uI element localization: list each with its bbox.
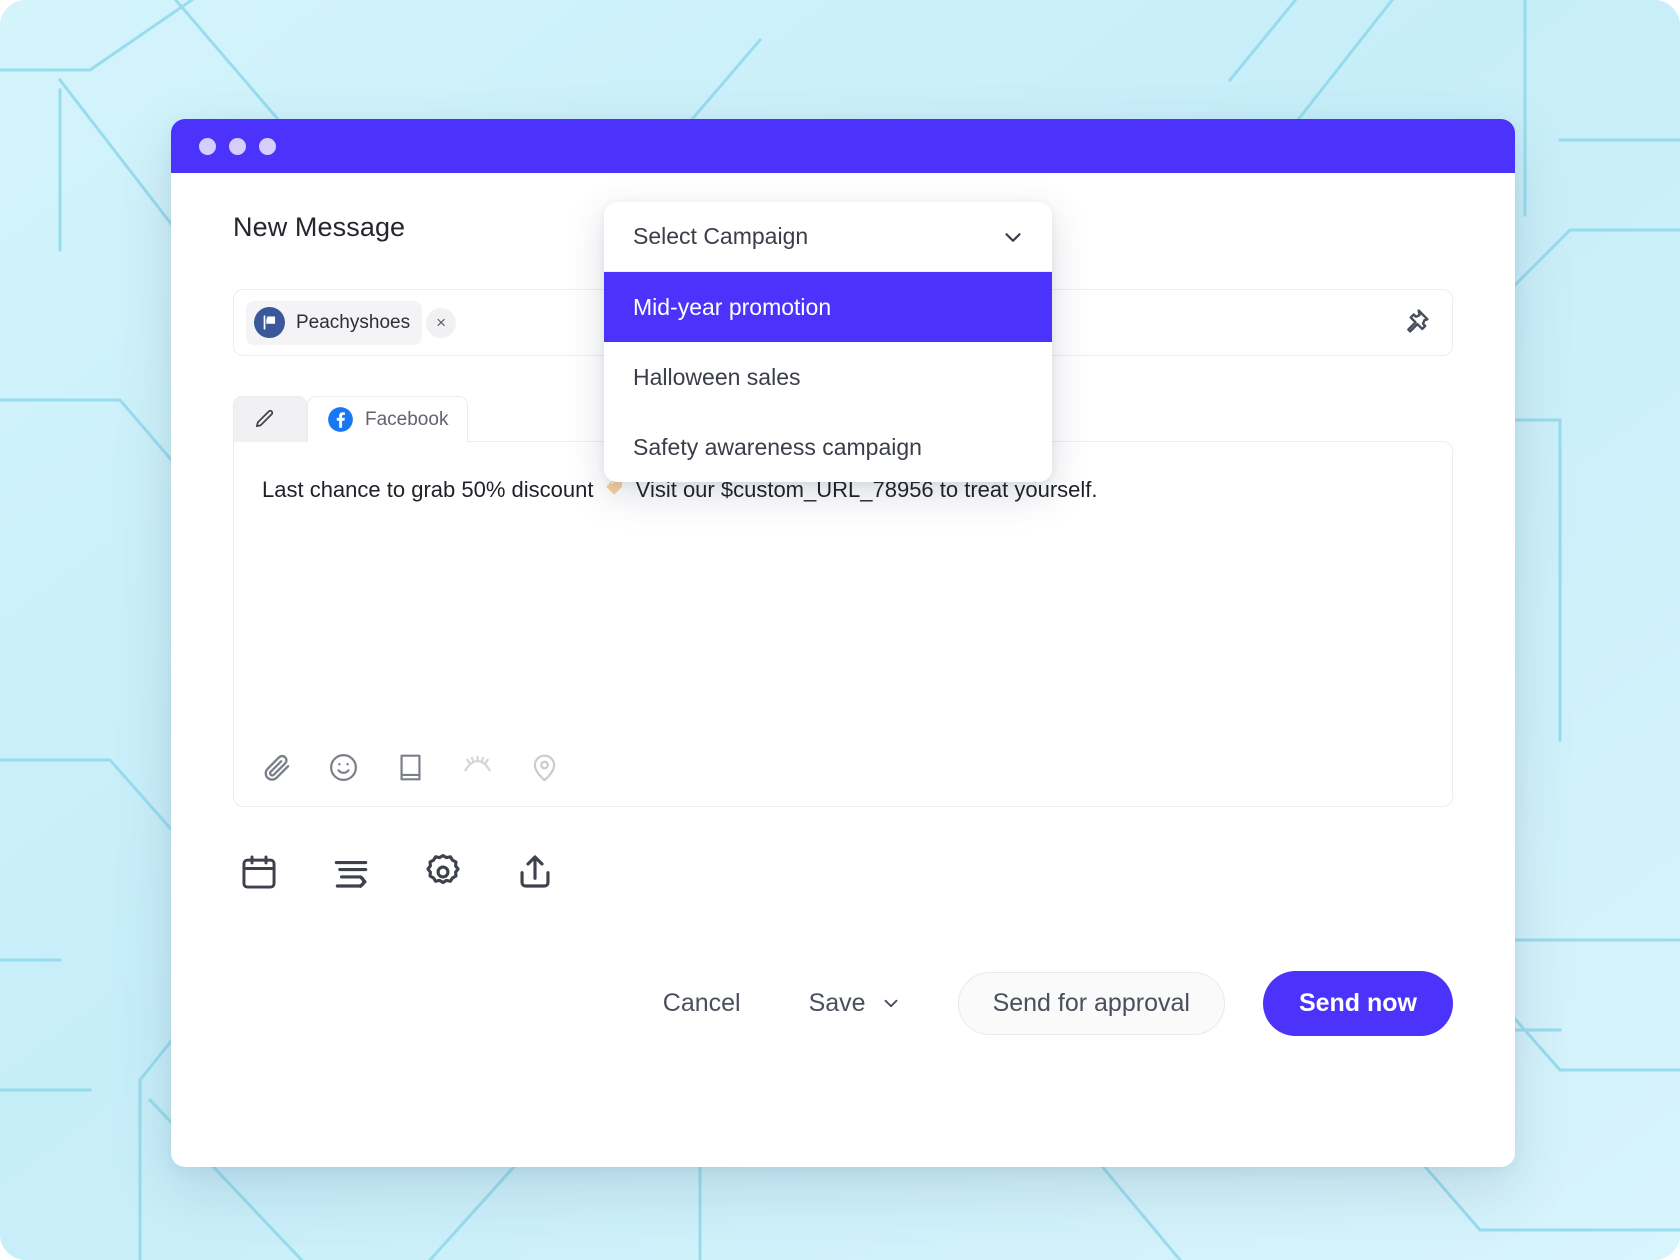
calendar-icon[interactable] <box>238 851 280 893</box>
campaign-option-safety-awareness-campaign[interactable]: Safety awareness campaign <box>604 412 1052 482</box>
send-for-approval-button[interactable]: Send for approval <box>957 971 1225 1035</box>
chevron-down-icon <box>880 992 902 1014</box>
campaign-select-value: Select Campaign <box>633 223 809 249</box>
page-title: New Message <box>233 211 406 242</box>
campaign-option-mid-year-promotion[interactable]: Mid-year promotion <box>604 272 1052 342</box>
upload-icon[interactable] <box>514 851 556 893</box>
tab-edit[interactable] <box>233 396 307 442</box>
campaign-dropdown: Select Campaign Mid-year promotion Hallo… <box>604 202 1052 482</box>
footer-actions: Cancel Save Send for approval Send now <box>233 970 1453 1082</box>
facebook-icon <box>327 406 354 433</box>
window-title-bar <box>171 119 1515 173</box>
app-window: New Message Peachyshoes × Facebook Last … <box>171 119 1515 1167</box>
paperclip-icon[interactable] <box>260 751 293 784</box>
chevron-down-icon[interactable] <box>1000 224 1026 250</box>
campaign-select-trigger[interactable]: Select Campaign <box>604 202 1052 272</box>
tab-facebook[interactable]: Facebook <box>307 396 469 442</box>
gear-icon[interactable] <box>422 851 464 893</box>
save-button-label: Save <box>808 988 866 1017</box>
send-now-button[interactable]: Send now <box>1262 970 1453 1036</box>
action-icon-row <box>233 851 1453 893</box>
message-text-before: Last chance to grab 50% discount <box>262 476 600 502</box>
queue-arrows-icon[interactable] <box>330 851 372 893</box>
minimize-dot[interactable] <box>229 137 246 155</box>
screenshot-stage: New Message Peachyshoes × Facebook Last … <box>0 0 1680 1260</box>
pushpin-icon[interactable] <box>1392 300 1438 346</box>
close-dot[interactable] <box>199 137 216 155</box>
tab-facebook-label: Facebook <box>365 408 449 430</box>
smiley-icon[interactable] <box>327 751 360 784</box>
maximize-dot[interactable] <box>259 137 276 155</box>
flag-page-icon <box>254 307 285 338</box>
recipient-chip-label: Peachyshoes <box>296 311 411 333</box>
close-icon[interactable]: × <box>426 307 457 338</box>
compose-area[interactable]: Last chance to grab 50% discount Visit o… <box>233 440 1453 807</box>
campaign-option-halloween-sales[interactable]: Halloween sales <box>604 342 1052 412</box>
book-icon[interactable] <box>394 751 427 784</box>
recipient-chip[interactable]: Peachyshoes <box>246 300 423 345</box>
save-button[interactable]: Save <box>791 979 920 1028</box>
eye-off-icon[interactable] <box>461 751 494 784</box>
compose-toolbar <box>260 751 561 784</box>
cancel-button[interactable]: Cancel <box>643 979 761 1028</box>
location-pin-icon[interactable] <box>528 751 561 784</box>
pencil-icon <box>253 408 276 431</box>
